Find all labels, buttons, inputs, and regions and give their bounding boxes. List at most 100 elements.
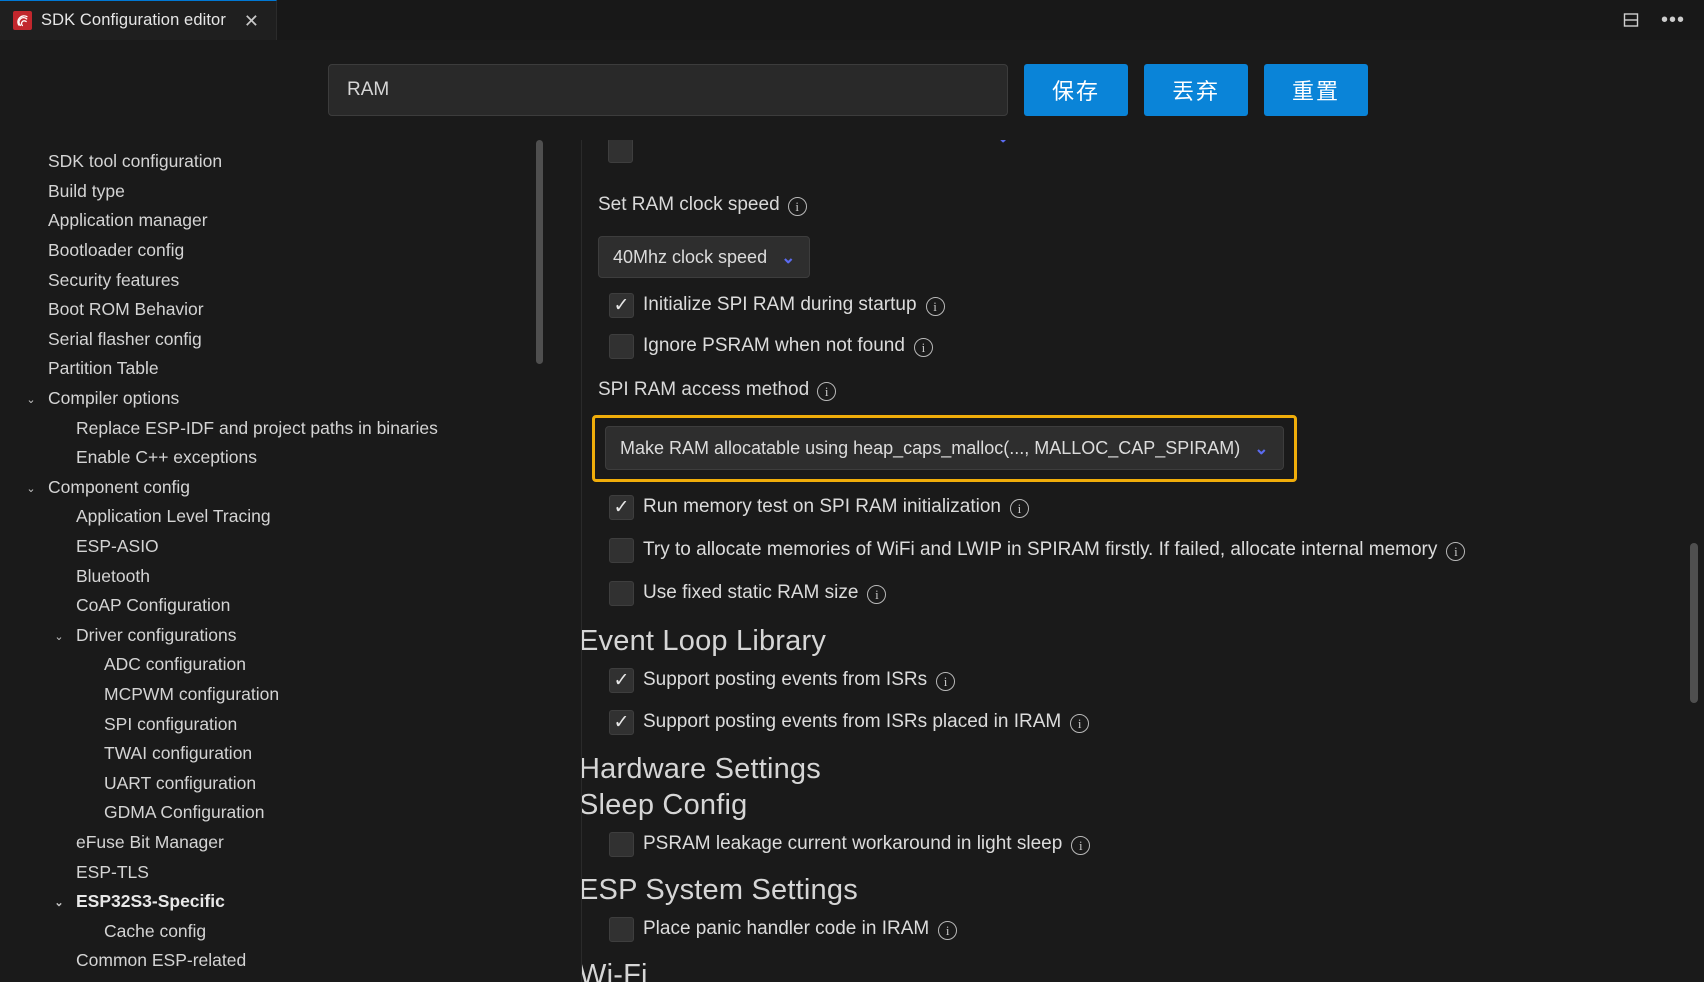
info-icon[interactable]: i bbox=[1446, 541, 1466, 561]
row-access-method-select: Make RAM allocatable using heap_caps_mal… bbox=[592, 415, 1704, 482]
sidebar-item-label: ESP-TLS bbox=[76, 861, 149, 882]
chevron-down-icon[interactable]: ⌄ bbox=[22, 393, 40, 406]
sidebar-item-label: Security features bbox=[48, 269, 180, 290]
sidebar-item-label: eFuse Bit Manager bbox=[76, 831, 224, 852]
support-posting-isr-checkbox[interactable] bbox=[609, 667, 634, 693]
sidebar-item-coap-configuration[interactable]: ⌄CoAP Configuration bbox=[0, 591, 582, 621]
sidebar-item-boot-rom-behavior[interactable]: ⌄Boot ROM Behavior bbox=[0, 295, 582, 325]
sidebar-item-build-type[interactable]: ⌄Build type bbox=[0, 177, 582, 207]
search-input[interactable]: RAM bbox=[328, 64, 1008, 116]
sidebar-item-enable-c-exceptions[interactable]: ⌄Enable C++ exceptions bbox=[0, 443, 582, 473]
ram-clock-speed-select[interactable]: 40Mhz clock speed ⌄ bbox=[598, 236, 811, 278]
heading-wifi: Wi-Fi bbox=[582, 958, 648, 982]
sidebar-item-partition-table[interactable]: ⌄Partition Table bbox=[0, 354, 582, 384]
sidebar-scrollbar[interactable] bbox=[536, 140, 543, 364]
sidebar-item-label: Enable C++ exceptions bbox=[76, 447, 257, 468]
sidebar-item-label: ADC configuration bbox=[104, 654, 247, 675]
reset-button[interactable]: 重置 bbox=[1264, 64, 1368, 116]
sidebar-item-esp-asio[interactable]: ⌄ESP-ASIO bbox=[0, 532, 582, 562]
info-icon[interactable]: i bbox=[1009, 498, 1029, 518]
heading-hardware-settings: Hardware Settings bbox=[582, 752, 821, 785]
sidebar-item-label: CoAP Configuration bbox=[76, 595, 231, 616]
sidebar-item-esp-tls[interactable]: ⌄ESP-TLS bbox=[0, 857, 582, 887]
row-ignore-psram: Ignore PSRAM when not found i bbox=[609, 329, 1704, 363]
row-heading-sleep-config: Sleep Config bbox=[582, 788, 1704, 822]
place-panic-handler-iram-checkbox[interactable] bbox=[609, 916, 634, 942]
sidebar-item-label: Bootloader config bbox=[48, 240, 185, 261]
sidebar-item-spi-configuration[interactable]: ⌄SPI configuration bbox=[0, 709, 582, 739]
sidebar-item-label: UART configuration bbox=[104, 772, 257, 793]
spi-ram-access-method-select[interactable]: Make RAM allocatable using heap_caps_mal… bbox=[605, 426, 1284, 470]
sidebar-item-cache-config[interactable]: ⌄Cache config bbox=[0, 916, 582, 946]
config-menu-sidebar[interactable]: ⌄SDK tool configuration⌄Build type⌄Appli… bbox=[0, 140, 582, 982]
sidebar-item-bluetooth[interactable]: ⌄Bluetooth bbox=[0, 561, 582, 591]
sidebar-item-sdk-tool-configuration[interactable]: ⌄SDK tool configuration bbox=[0, 147, 582, 177]
row-run-memory-test: Run memory test on SPI RAM initializatio… bbox=[609, 490, 1704, 524]
sidebar-item-twai-configuration[interactable]: ⌄TWAI configuration bbox=[0, 739, 582, 769]
sidebar-item-common-esp-related[interactable]: ⌄Common ESP-related bbox=[0, 946, 582, 976]
info-icon[interactable]: i bbox=[867, 584, 887, 604]
sidebar-item-esp32s3-specific[interactable]: ⌄ ESP32S3-Specific bbox=[0, 887, 582, 917]
tab-sdk-configuration-editor[interactable]: SDK Configuration editor ✕ bbox=[0, 0, 278, 40]
sidebar-item-label: SPI configuration bbox=[104, 713, 238, 734]
sidebar-item-mcpwm-configuration[interactable]: ⌄MCPWM configuration bbox=[0, 680, 582, 710]
config-rows: ⌄ Set RAM clock speed i 40Mhz clock spee… bbox=[582, 140, 1704, 982]
sidebar-item-bootloader-config[interactable]: ⌄Bootloader config bbox=[0, 236, 582, 266]
set-ram-clock-speed-label: Set RAM clock speed i bbox=[598, 194, 807, 216]
sidebar-item-component-config[interactable]: ⌄ Component config bbox=[0, 473, 582, 503]
chevron-down-icon[interactable]: ⌄ bbox=[50, 896, 68, 909]
run-memory-test-checkbox[interactable] bbox=[609, 494, 634, 520]
sidebar-item-label: ESP32S3-Specific bbox=[76, 891, 225, 912]
info-icon[interactable]: i bbox=[1070, 713, 1090, 733]
config-options-panel: ⌄ Set RAM clock speed i 40Mhz clock spee… bbox=[582, 140, 1704, 982]
chevron-down-icon: ⌄ bbox=[781, 247, 796, 267]
info-icon[interactable]: i bbox=[938, 920, 958, 940]
sidebar-item-application-level-tracing[interactable]: ⌄Application Level Tracing bbox=[0, 502, 582, 532]
sidebar-item-application-manager[interactable]: ⌄Application manager bbox=[0, 206, 582, 236]
support-posting-isr-iram-checkbox[interactable] bbox=[609, 709, 634, 735]
fixed-static-ram-size-checkbox[interactable] bbox=[609, 580, 634, 606]
save-button[interactable]: 保存 bbox=[1024, 64, 1128, 116]
info-icon[interactable]: i bbox=[936, 671, 956, 691]
try-allocate-spiram-checkbox[interactable] bbox=[609, 537, 634, 563]
sidebar-item-compiler-options[interactable]: ⌄ Compiler options bbox=[0, 384, 582, 414]
sidebar-item-label: Common ESP-related bbox=[76, 950, 247, 971]
sidebar-item-security-features[interactable]: ⌄Security features bbox=[0, 265, 582, 295]
sidebar-item-adc-configuration[interactable]: ⌄ADC configuration bbox=[0, 650, 582, 680]
info-icon[interactable]: i bbox=[925, 296, 945, 316]
chevron-down-icon[interactable]: ⌄ bbox=[50, 630, 68, 643]
main-scrollbar[interactable] bbox=[1690, 543, 1698, 703]
support-posting-isr-label: Support posting events from ISRs i bbox=[643, 669, 956, 691]
initialize-spi-ram-checkbox[interactable] bbox=[609, 292, 634, 318]
chevron-down-icon[interactable]: ⌄ bbox=[22, 482, 40, 495]
ignore-psram-checkbox[interactable] bbox=[609, 333, 634, 359]
close-icon[interactable]: ✕ bbox=[241, 10, 262, 32]
row-fixed-static-ram-size: Use fixed static RAM size i bbox=[609, 576, 1704, 610]
tab-bar-empty-space bbox=[277, 0, 1618, 40]
sidebar-item-serial-flasher-config[interactable]: ⌄Serial flasher config bbox=[0, 325, 582, 355]
info-icon[interactable]: i bbox=[913, 337, 933, 357]
info-icon[interactable]: i bbox=[1071, 835, 1091, 855]
more-actions-icon[interactable]: ••• bbox=[1660, 7, 1686, 33]
ignore-psram-label: Ignore PSRAM when not found i bbox=[643, 335, 933, 357]
psram-leakage-checkbox[interactable] bbox=[609, 831, 634, 857]
editor-toolbar: RAM 保存 丟弃 重置 bbox=[0, 40, 1704, 140]
initialize-spi-ram-label: Initialize SPI RAM during startup i bbox=[643, 294, 945, 316]
row-heading-event-loop: Event Loop Library bbox=[582, 624, 1704, 658]
row-try-allocate-spiram: Try to allocate memories of WiFi and LWI… bbox=[609, 533, 1704, 567]
sidebar-item-label: Serial flasher config bbox=[48, 328, 202, 349]
info-icon[interactable]: i bbox=[787, 196, 807, 216]
row-place-panic-handler-iram: Place panic handler code in IRAM i bbox=[609, 912, 1704, 946]
row-support-posting-isr-iram: Support posting events from ISRs placed … bbox=[609, 705, 1704, 739]
sidebar-item-gdma-configuration[interactable]: ⌄GDMA Configuration bbox=[0, 798, 582, 828]
sidebar-item-driver-configurations[interactable]: ⌄ Driver configurations bbox=[0, 621, 582, 651]
sidebar-item-uart-configuration[interactable]: ⌄UART configuration bbox=[0, 768, 582, 798]
clipped-chevron-down-icon: ⌄ bbox=[996, 140, 1010, 145]
discard-button[interactable]: 丟弃 bbox=[1144, 64, 1248, 116]
sidebar-item-replace-esp-idf-and-project-paths-in-binaries[interactable]: ⌄Replace ESP-IDF and project paths in bi… bbox=[0, 413, 582, 443]
clipped-label bbox=[642, 140, 647, 161]
clipped-checkbox[interactable] bbox=[608, 140, 633, 163]
sidebar-item-efuse-bit-manager[interactable]: ⌄eFuse Bit Manager bbox=[0, 828, 582, 858]
info-icon[interactable]: i bbox=[817, 381, 837, 401]
split-editor-icon[interactable] bbox=[1618, 7, 1644, 33]
